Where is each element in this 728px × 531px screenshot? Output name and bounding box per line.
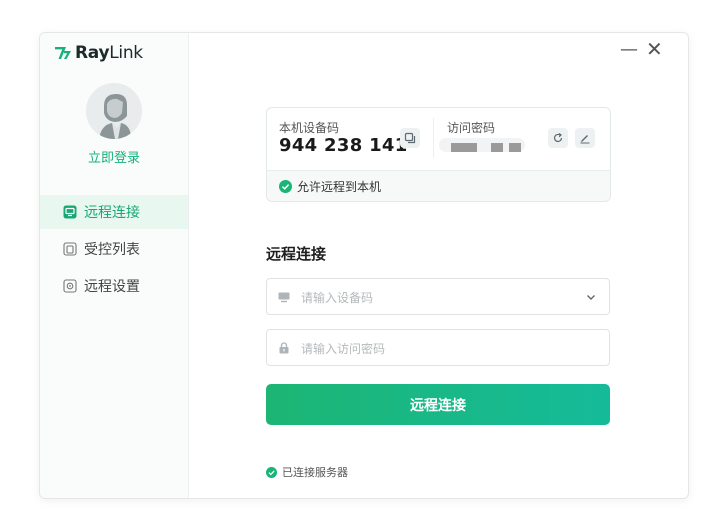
close-button[interactable]: ✕ <box>646 37 663 61</box>
password-field[interactable] <box>266 329 610 367</box>
shield-check-icon <box>266 466 277 478</box>
sidebar-item-label: 远程设置 <box>84 279 140 295</box>
remote-connect-button[interactable]: 远程连接 <box>266 384 610 425</box>
server-status: 已连接服务器 <box>266 464 348 480</box>
allow-remote-row: 允许远程到本机 <box>267 170 610 201</box>
password-mask-block <box>509 143 521 152</box>
sidebar-item-remote-settings[interactable]: 远程设置 <box>40 269 188 303</box>
refresh-icon <box>553 133 563 142</box>
edit-icon <box>580 135 590 144</box>
lock-icon <box>279 342 289 354</box>
avatar[interactable] <box>86 83 142 139</box>
app-brand-prefix: Ray <box>75 43 110 63</box>
sidebar: RayLink 立即登录 远程连接 受控列表 远程设置 <box>40 33 189 498</box>
allow-remote-text: 允许远程到本机 <box>297 179 382 194</box>
edit-password-button[interactable] <box>575 128 595 148</box>
connect-section-title: 远程连接 <box>266 245 327 263</box>
list-icon <box>63 242 77 256</box>
copy-icon <box>404 132 416 144</box>
refresh-password-button[interactable] <box>548 128 568 148</box>
device-code-value: 944 238 141 <box>279 135 408 156</box>
app-brand-suffix: Link <box>109 43 143 63</box>
device-code-input[interactable] <box>299 279 573 316</box>
app-brand: RayLink <box>75 43 143 63</box>
device-code-field[interactable] <box>266 278 610 316</box>
password-label: 访问密码 <box>447 121 496 135</box>
check-circle-icon <box>279 179 292 193</box>
chevron-down-icon[interactable] <box>585 291 597 303</box>
device-info-card: 本机设备码 944 238 141 访问密码 允许远程到本机 <box>266 107 611 202</box>
sidebar-item-controlled-list[interactable]: 受控列表 <box>40 232 188 266</box>
sidebar-item-label: 受控列表 <box>84 242 140 258</box>
app-logo: RayLink <box>54 43 143 63</box>
password-input[interactable] <box>299 330 573 367</box>
password-mask-block <box>451 143 477 152</box>
login-link[interactable]: 立即登录 <box>40 147 188 166</box>
user-avatar-icon <box>86 83 142 139</box>
minimize-button[interactable]: — <box>620 39 638 60</box>
sidebar-item-label: 远程连接 <box>84 205 140 221</box>
copy-code-button[interactable] <box>400 128 420 148</box>
sidebar-item-remote-connect[interactable]: 远程连接 <box>40 195 188 229</box>
password-mask-block <box>491 143 503 152</box>
card-divider <box>433 118 434 158</box>
device-code-label: 本机设备码 <box>279 121 340 135</box>
device-info-top: 本机设备码 944 238 141 访问密码 <box>267 108 610 170</box>
sidebar-nav: 远程连接 受控列表 远程设置 <box>40 195 188 306</box>
monitor-icon <box>278 292 290 303</box>
raylink-logo-icon <box>55 47 71 59</box>
app-window: RayLink 立即登录 远程连接 受控列表 远程设置 — ✕ 本机设备码 94… <box>39 32 689 499</box>
monitor-icon <box>63 205 77 219</box>
server-status-text: 已连接服务器 <box>282 466 348 479</box>
settings-icon <box>63 279 77 293</box>
